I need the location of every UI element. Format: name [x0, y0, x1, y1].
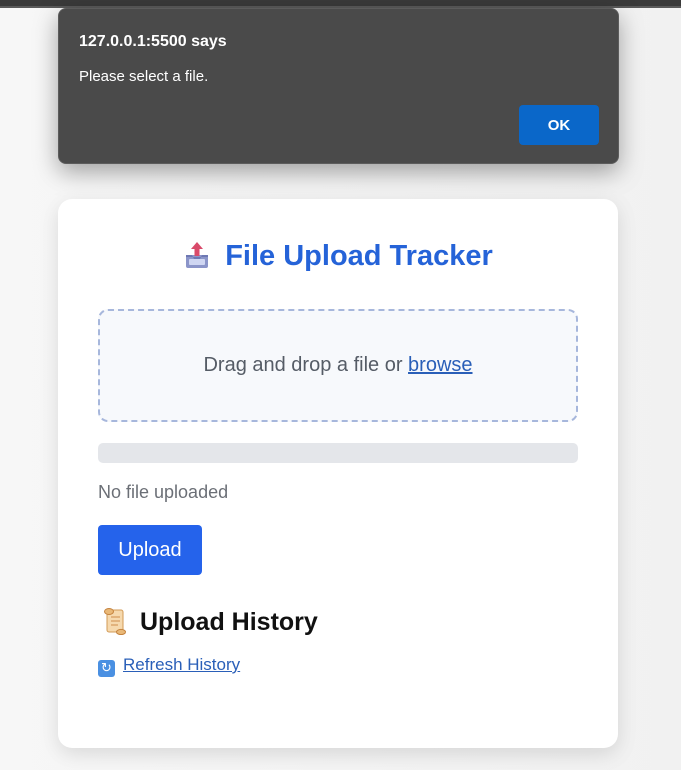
browse-link[interactable]: browse: [408, 354, 472, 376]
upload-history-title: Upload History: [140, 608, 318, 636]
refresh-icon: ↻: [98, 660, 115, 677]
upload-status-text: No file uploaded: [98, 482, 229, 502]
app-title-text: File Upload Tracker: [225, 240, 493, 272]
ok-button[interactable]: OK: [519, 105, 599, 145]
upload-button[interactable]: Upload: [98, 525, 202, 575]
outbox-tray-icon: [186, 242, 209, 268]
refresh-history-link[interactable]: ↻ Refresh History: [98, 655, 240, 677]
upload-history-heading: Upload History: [102, 607, 318, 637]
upload-card: File Upload Tracker Drag and drop a file…: [58, 199, 618, 748]
page-title: File Upload Tracker: [58, 239, 618, 273]
refresh-history-label: Refresh History: [123, 655, 241, 674]
dialog-message: Please select a file.: [79, 68, 209, 85]
file-dropzone[interactable]: Drag and drop a file or browse: [98, 309, 578, 422]
alert-dialog: 127.0.0.1:5500 says Please select a file…: [58, 8, 619, 164]
dropzone-prompt: Drag and drop a file or: [203, 354, 409, 376]
dialog-title: 127.0.0.1:5500 says: [79, 33, 227, 50]
upload-progress-bar: [98, 443, 578, 463]
scroll-icon: [104, 608, 126, 635]
